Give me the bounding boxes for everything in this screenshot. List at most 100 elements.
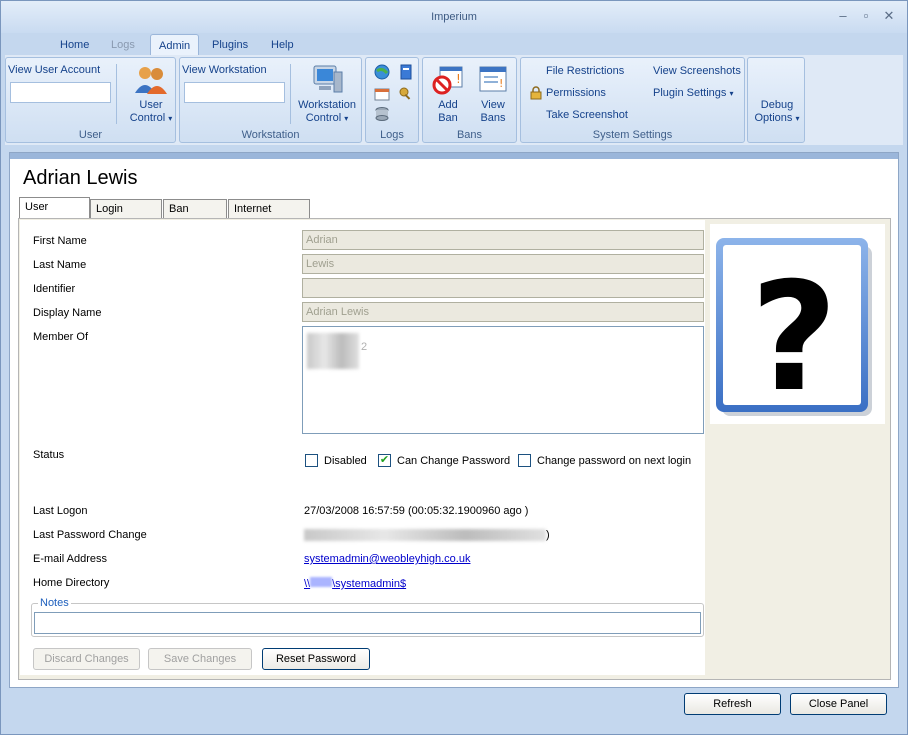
user-control-button[interactable]: User Control ▾ <box>126 61 176 126</box>
notes-input[interactable] <box>34 612 701 634</box>
first-name-label: First Name <box>33 235 87 247</box>
ribbon-tab-help[interactable]: Help <box>263 34 302 56</box>
email-label: E-mail Address <box>33 553 107 565</box>
tab-user-details[interactable]: User Details <box>19 197 90 231</box>
user-control-label: User Control ▾ <box>129 99 173 124</box>
user-details-form: First Name Adrian Last Name Lewis Identi… <box>20 220 705 675</box>
ribbon: View User Account User Control ▾ User Vie… <box>5 55 903 145</box>
can-change-password-box[interactable]: ✔ <box>378 454 391 467</box>
redacted-password-change <box>304 529 546 541</box>
tab-ban-history[interactable]: Ban History <box>163 199 227 233</box>
workstation-control-button[interactable]: Workstation Control ▾ <box>294 61 360 126</box>
group-label-workstation: Workstation <box>241 129 300 141</box>
add-ban-icon: ! <box>432 66 463 95</box>
member-of-fragment: 2 <box>361 341 368 353</box>
group-label-logs: Logs <box>380 129 404 141</box>
group-label-system-settings: System Settings <box>592 129 673 141</box>
take-screenshot-button[interactable]: Take Screenshot <box>546 109 628 121</box>
change-next-login-checkbox[interactable]: Change password on next login <box>518 454 691 467</box>
email-link[interactable]: systemadmin@weobleyhigh.co.uk <box>304 553 470 565</box>
debug-options-button[interactable]: Debug Options ▾ <box>748 99 806 125</box>
plugin-settings-button[interactable]: Plugin Settings ▾ <box>653 87 733 99</box>
notes-label: Notes <box>38 597 71 609</box>
disabled-checkbox-label: Disabled <box>324 454 367 467</box>
last-password-change-suffix: ) <box>546 529 550 541</box>
permissions-button[interactable]: Permissions <box>546 87 606 99</box>
last-name-field[interactable]: Lewis <box>302 254 704 274</box>
view-workstation-label: View Workstation <box>182 64 267 76</box>
view-user-account-input[interactable] <box>10 82 111 103</box>
ribbon-tabstrip: Home Logs Admin Plugins Help <box>1 33 907 56</box>
last-password-change-label: Last Password Change <box>33 529 147 541</box>
disabled-checkbox[interactable]: Disabled <box>305 454 367 467</box>
view-bans-label: View Bans <box>480 99 506 124</box>
refresh-button[interactable]: Refresh <box>684 693 781 715</box>
can-change-password-label: Can Change Password <box>397 454 511 467</box>
view-workstation-input[interactable] <box>184 82 285 103</box>
save-changes-button[interactable]: Save Changes <box>148 648 252 670</box>
home-directory-link[interactable]: \\ \systemadmin$ <box>304 577 406 590</box>
svg-text:!: ! <box>456 72 461 86</box>
user-details-body: First Name Adrian Last Name Lewis Identi… <box>18 218 891 680</box>
ribbon-tab-plugins[interactable]: Plugins <box>204 34 256 56</box>
group-separator <box>290 64 291 124</box>
document-log-icon[interactable] <box>398 64 414 80</box>
users-icon <box>135 67 167 94</box>
view-bans-icon: ! <box>479 66 507 92</box>
lock-icon <box>530 86 542 100</box>
globe-log-icon[interactable] <box>374 64 390 80</box>
reset-password-button[interactable]: Reset Password <box>262 648 370 670</box>
ribbon-group-debug: Debug Options ▾ <box>747 57 805 143</box>
view-user-account-label: View User Account <box>8 64 101 76</box>
ribbon-group-workstation: View Workstation Workstation Control ▾ Wo… <box>179 57 362 143</box>
change-next-login-box[interactable] <box>518 454 531 467</box>
ribbon-tab-logs[interactable]: Logs <box>103 34 143 56</box>
database-log-icon[interactable] <box>374 106 390 122</box>
identifier-label: Identifier <box>33 283 76 295</box>
minimize-button[interactable]: – <box>833 7 853 25</box>
svg-text:!: ! <box>499 77 503 90</box>
can-change-password-checkbox[interactable]: ✔ Can Change Password <box>378 454 510 467</box>
add-ban-button[interactable]: ! Add Ban <box>428 61 468 126</box>
ribbon-tab-admin[interactable]: Admin <box>150 34 200 56</box>
file-restrictions-button[interactable]: File Restrictions <box>546 65 624 77</box>
tab-internet-history[interactable]: Internet History <box>228 199 310 233</box>
notes-group: Notes <box>31 597 704 637</box>
display-name-field[interactable]: Adrian Lewis <box>302 302 704 322</box>
discard-changes-button[interactable]: Discard Changes <box>33 648 140 670</box>
user-name-title: Adrian Lewis <box>23 167 138 189</box>
tab-login-history[interactable]: Login History <box>90 199 162 233</box>
title-bar: Imperium – ▫ ✕ <box>1 1 907 33</box>
first-name-field[interactable]: Adrian <box>302 230 704 250</box>
change-next-login-label: Change password on next login <box>537 454 692 467</box>
display-name-label: Display Name <box>33 307 102 319</box>
key-log-icon[interactable] <box>398 86 414 102</box>
ribbon-group-system-settings: File Restrictions Permissions Take Scree… <box>520 57 745 143</box>
home-directory-label: Home Directory <box>33 577 110 589</box>
close-panel-button[interactable]: Close Panel <box>790 693 887 715</box>
workstation-control-label: Workstation Control ▾ <box>298 99 356 124</box>
view-bans-button[interactable]: ! View Bans <box>473 61 513 126</box>
user-panel: Adrian Lewis User Details Login History … <box>9 152 899 688</box>
user-picture: ? <box>710 224 885 425</box>
maximize-button[interactable]: ▫ <box>856 7 876 25</box>
group-separator <box>116 64 117 124</box>
disabled-checkbox-box[interactable] <box>305 454 318 467</box>
close-button[interactable]: ✕ <box>879 7 899 25</box>
add-ban-label: Add Ban <box>438 99 458 124</box>
redacted-groups <box>307 333 359 369</box>
window-title: Imperium <box>431 11 477 23</box>
group-label-user: User <box>78 129 103 141</box>
panel-header-bar <box>10 153 898 159</box>
ribbon-group-user: View User Account User Control ▾ User <box>5 57 176 143</box>
computer-icon <box>313 65 343 93</box>
view-screenshots-button[interactable]: View Screenshots <box>653 65 741 77</box>
member-of-label: Member Of <box>33 331 89 343</box>
member-of-list[interactable]: 2 <box>302 326 704 434</box>
window-log-icon[interactable] <box>374 86 390 102</box>
ribbon-group-logs: Logs <box>365 57 419 143</box>
svg-text:?: ? <box>750 251 837 424</box>
status-label: Status <box>33 449 65 461</box>
ribbon-tab-home[interactable]: Home <box>52 34 97 56</box>
identifier-field[interactable] <box>302 278 704 298</box>
